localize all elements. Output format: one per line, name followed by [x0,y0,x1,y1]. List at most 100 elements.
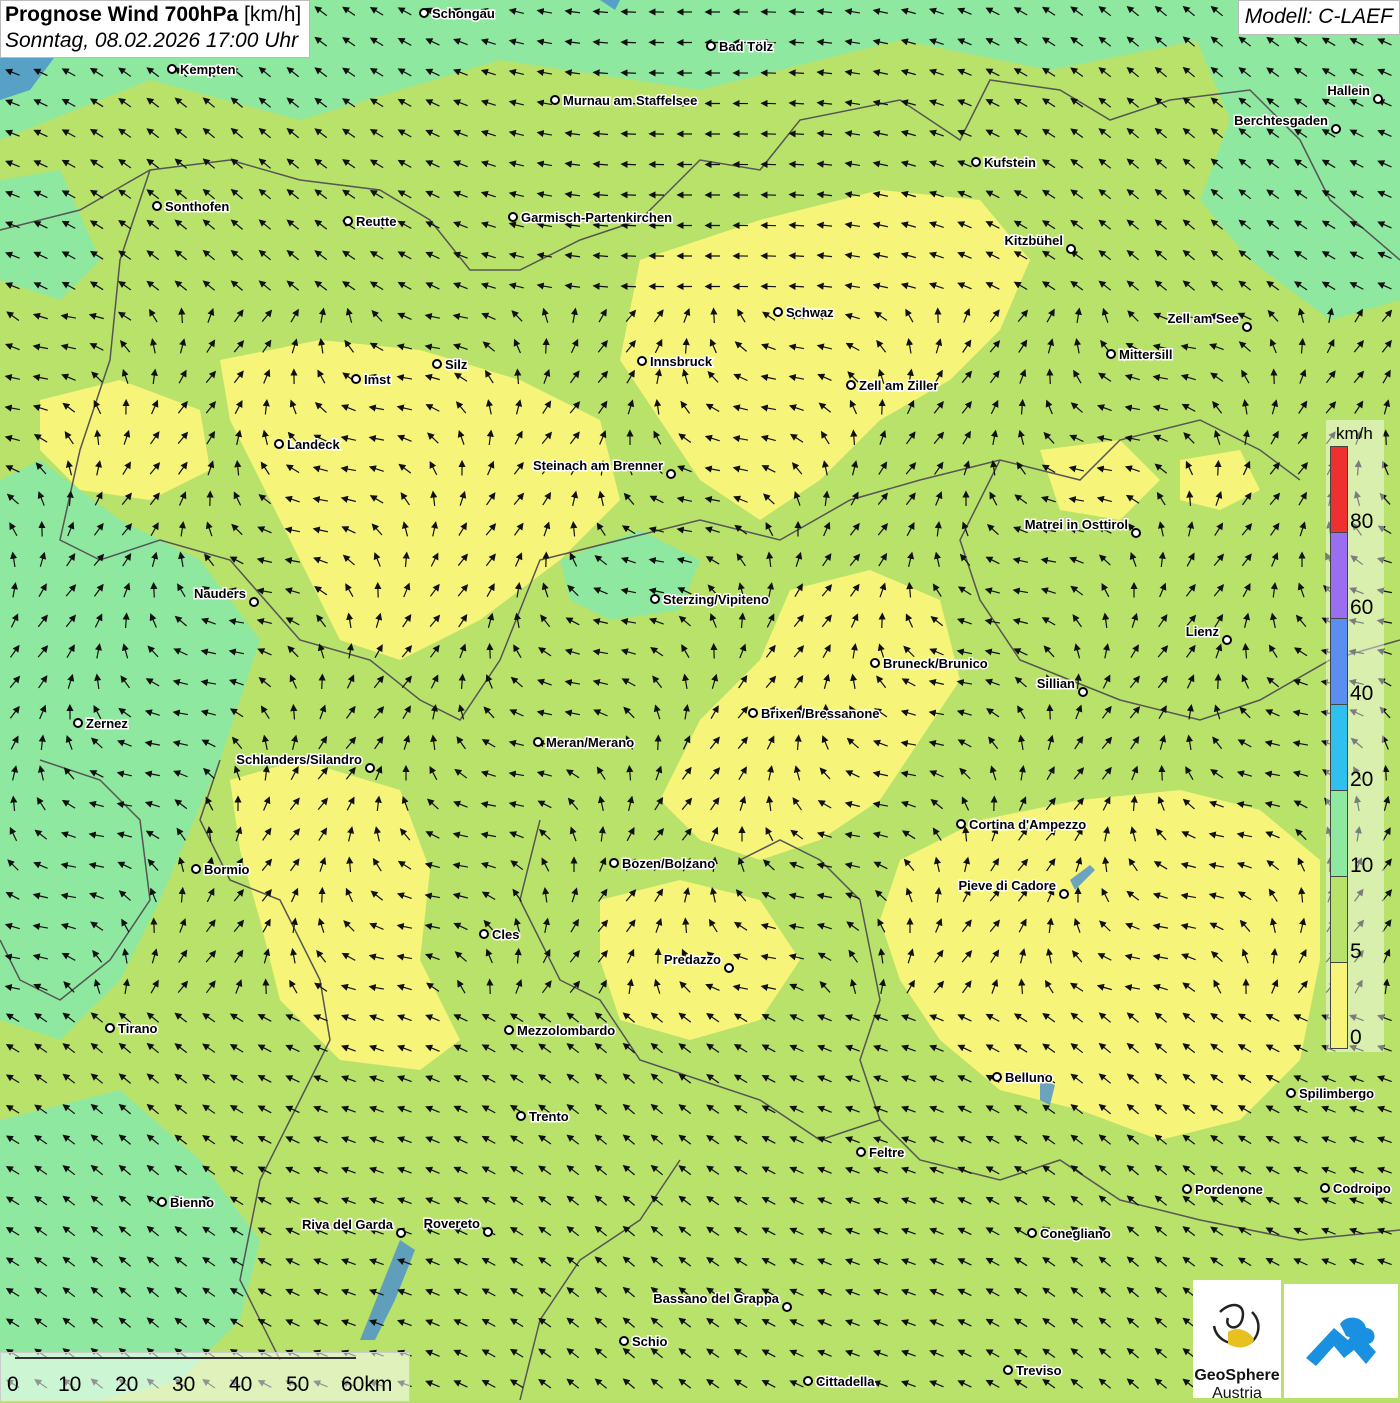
city-label: Brixen/Bressanone [761,706,880,721]
city-label: Riva del Garda [302,1217,394,1232]
scale-label: 40 [229,1373,252,1397]
wind-arrow [1218,677,1219,689]
city-marker-icon [1321,1184,1329,1192]
city-marker-icon [972,158,980,166]
city-marker-icon [1223,636,1231,644]
city-label: Mittersill [1119,347,1172,362]
city-marker-icon [620,1337,628,1345]
city-sterzing-vipiteno: Sterzing/Vipiteno [651,592,769,607]
scale-label: 20 [115,1373,138,1397]
wind-arrow [792,286,804,287]
city-label: Spilimbergo [1299,1086,1374,1101]
city-schongau: Schongau [420,6,495,21]
city-label: Murnau am Staffelsee [563,93,697,108]
city-label: Bormio [204,862,250,877]
city-zell-am-ziller: Zell am Ziller [847,378,938,393]
wind-arrow [658,952,659,964]
wind-arrow [792,134,804,135]
city-spilimbergo: Spilimbergo [1287,1086,1374,1101]
wind-arrow [624,12,636,13]
city-label: Bad Tölz [719,39,774,54]
city-mezzolombardo: Mezzolombardo [505,1023,615,1038]
city-conegliano: Conegliano [1028,1226,1111,1241]
city-marker-icon [397,1229,405,1237]
city-label: Codroipo [1333,1181,1391,1196]
city-label: Bozen/Bolzano [622,856,715,871]
city-marker-icon [1107,350,1115,358]
legend-swatch [1330,618,1348,705]
city-label: Lienz [1186,624,1220,639]
wind-arrow [792,225,804,226]
city-label: Matrei in Osttirol [1025,517,1128,532]
city-label: Conegliano [1040,1226,1111,1241]
city-marker-icon [534,738,542,746]
wind-arrow [624,195,636,196]
city-marker-icon [505,1026,513,1034]
color-legend: km/h 051020406080 [1326,420,1384,1052]
wind-arrow [490,647,491,659]
city-label: Feltre [869,1145,904,1160]
city-label: Meran/Merano [546,735,634,750]
wind-arrow [1386,433,1387,445]
city-label: Predazzo [664,952,721,967]
map-title-box: Prognose Wind 700hPa [km/h] Sonntag, 08.… [0,0,310,58]
city-marker-icon [957,820,965,828]
scale-label: 50 [286,1373,309,1397]
city-label: Steinach am Brenner [533,458,663,473]
city-marker-icon [1132,529,1140,537]
city-label: Mezzolombardo [517,1023,615,1038]
city-label: Zernez [86,716,128,731]
wind-arrow [624,225,636,226]
city-marker-icon [1374,95,1382,103]
wind-arrow [1050,708,1051,720]
city-label: Sterzing/Vipiteno [663,592,769,607]
city-marker-icon [74,719,82,727]
city-marker-icon [847,381,855,389]
city-marker-icon [551,96,559,104]
city-label: Kufstein [984,155,1036,170]
city-pordenone: Pordenone [1183,1182,1263,1197]
legend-label: 20 [1350,768,1373,792]
city-label: Pordenone [1195,1182,1263,1197]
scale-bar: 0102030405060km [0,1352,410,1402]
wind-arrow [1050,372,1051,384]
city-marker-icon [610,859,618,867]
wind-arrow [792,103,804,104]
wind-arrow [792,256,804,257]
legend-swatch [1330,532,1348,619]
city-marker-icon [420,9,428,17]
city-marker-icon [1004,1366,1012,1374]
city-marker-icon [871,659,879,667]
city-marker-icon [480,930,488,938]
city-label: Sillian [1037,676,1075,691]
wind-arrow [546,342,547,354]
wind-arrow [624,134,636,135]
mountain-cloud-icon [1284,1284,1398,1398]
city-label: Pieve di Cadore [958,878,1056,893]
city-meran-merano: Meran/Merano [534,735,634,750]
scale-label: 60km [341,1373,392,1397]
city-label: Treviso [1016,1363,1062,1378]
city-marker-icon [651,595,659,603]
legend-label: 10 [1350,854,1373,878]
city-label: Kempten [180,62,236,77]
city-label: Zell am See [1167,311,1239,326]
wind-arrow [154,586,155,598]
city-label: Bienno [170,1195,214,1210]
city-label: Hallein [1327,83,1370,98]
city-label: Imst [364,372,391,387]
wind-arrow [490,982,491,994]
wind-arrow [1386,769,1387,781]
city-innsbruck: Innsbruck [638,354,713,369]
map-unit: [km/h] [244,3,301,26]
city-label: Cittadella [816,1374,875,1389]
wind-arrow [624,42,636,43]
scale-label: 10 [58,1373,81,1397]
city-marker-icon [857,1148,865,1156]
city-marker-icon [158,1198,166,1206]
city-marker-icon [484,1228,492,1236]
city-label: Trento [529,1109,569,1124]
forecast-datetime: Sonntag, 08.02.2026 17:00 Uhr [5,29,301,53]
geosphere-logo: GeoSphere Austria [1193,1280,1281,1398]
city-marker-icon [275,440,283,448]
